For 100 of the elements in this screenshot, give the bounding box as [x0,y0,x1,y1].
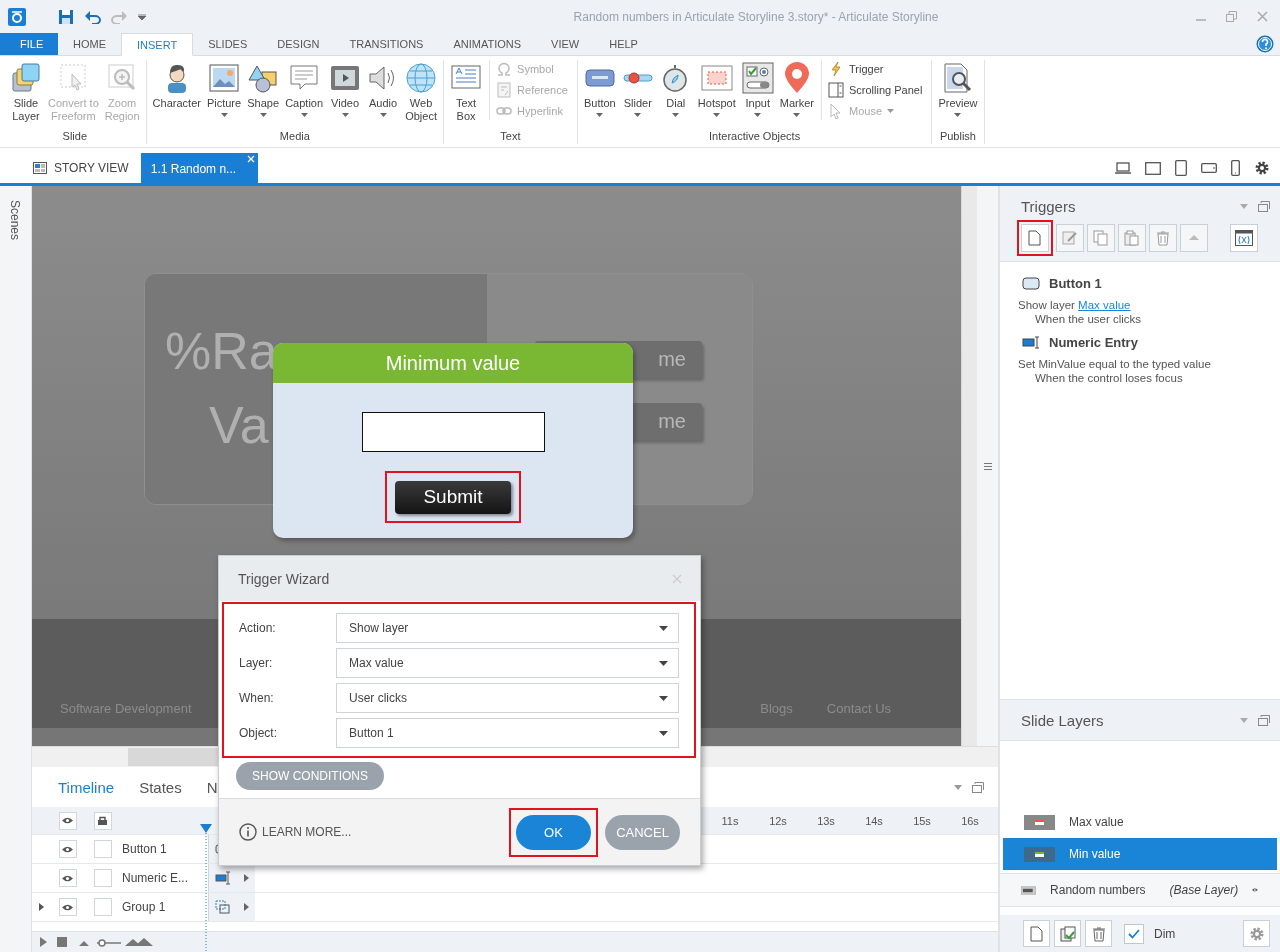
learn-more-link[interactable]: LEARN MORE... [239,823,352,841]
ribbon-button[interactable]: Slider [618,60,657,130]
delete-layer-button[interactable] [1085,920,1112,947]
paste-button[interactable] [1118,224,1146,252]
ribbon-button[interactable]: Character [149,60,204,130]
dim-checkbox[interactable] [1124,923,1144,944]
ribbon-button[interactable]: Picture [203,60,245,130]
dropdown-icon[interactable] [1240,204,1248,209]
trigger-object[interactable]: Button 1 [1049,276,1102,291]
menu-tab[interactable]: HOME [58,33,121,55]
customize-caret-icon[interactable] [138,13,146,20]
grip-icon[interactable] [983,462,992,470]
edit-trigger-button[interactable] [1056,224,1084,252]
play-arrow-icon[interactable] [243,903,249,911]
settings-icon[interactable] [1254,160,1270,176]
lock-checkbox[interactable] [93,869,112,887]
preview-icon [941,62,974,94]
dropdown-field[interactable]: User clicks [336,683,679,713]
layer-object-name[interactable]: Group 1 [121,900,208,914]
visibility-toggle[interactable] [58,898,77,916]
layer-link[interactable]: Max value [1078,299,1131,311]
ribbon-button[interactable]: Button [580,60,619,130]
panel-tab[interactable]: N [206,778,218,796]
dropdown-field[interactable]: Button 1 [336,718,679,748]
ribbon-button[interactable]: Slide Layer [7,60,45,130]
ribbon-button[interactable]: Dial [656,60,695,130]
lock-toggle[interactable] [93,811,112,830]
ribbon-button[interactable]: Hotspot [694,60,739,130]
trigger-action[interactable]: Set MinValue equal to the typed value [1018,358,1280,370]
text-entry-icon [215,871,232,885]
duplicate-layer-button[interactable] [1054,920,1081,947]
ok-button[interactable]: OK [516,814,591,850]
layer-object-name[interactable]: Numeric E... [121,871,208,885]
panel-tab[interactable]: Timeline [58,778,115,796]
visibility-toggle[interactable] [58,840,77,858]
restore-icon[interactable] [1258,201,1270,212]
restore-icon[interactable] [1226,11,1237,22]
ribbon-button[interactable]: Shape [244,60,283,130]
dropdown-icon[interactable] [1240,717,1248,723]
play-arrow-icon[interactable] [243,874,249,882]
visibility-toggle[interactable] [58,869,77,887]
eye-icon[interactable] [1252,886,1258,894]
layer-object-name[interactable]: Button 1 [121,842,208,856]
play-icon[interactable] [40,937,47,947]
panel-tab[interactable]: States [139,778,182,796]
document-tab[interactable]: 1.1 Random n... [140,153,259,183]
monitor-icon[interactable] [1145,161,1161,175]
menu-tab[interactable]: SLIDES [193,33,263,55]
restore-icon[interactable] [1258,714,1270,726]
help-icon[interactable] [1256,35,1274,53]
close-icon[interactable] [1257,11,1268,22]
vertical-scrollbar[interactable] [961,186,978,746]
ribbon-button[interactable]: Audio [364,60,403,130]
document-tab[interactable]: STORY VIEW [33,153,141,183]
layer-settings-button[interactable] [1243,920,1270,947]
submit-button[interactable]: Submit [395,480,511,514]
save-icon[interactable] [58,8,74,25]
input-field[interactable] [361,412,545,452]
expand-arrow-icon[interactable] [39,903,44,911]
duplicate-icon [1059,925,1076,942]
ribbon-button[interactable]: Web Object [402,60,441,130]
ribbon-button[interactable]: Trigger [826,60,925,78]
menu-tab[interactable]: INSERT [121,33,194,56]
menu-tab[interactable]: FILE [0,33,58,55]
eye-icon [62,874,73,882]
variables-button[interactable] [1230,224,1258,252]
new-layer-button[interactable] [1023,920,1050,947]
delete-button[interactable] [1149,224,1177,252]
app-logo-icon [8,7,26,26]
playhead[interactable] [200,824,212,952]
ribbon-button[interactable]: Input [738,60,777,130]
layer-item[interactable]: Max value [1003,806,1277,838]
ribbon-button[interactable]: Scrolling Panel [826,81,925,99]
menu-tab[interactable]: VIEW [536,33,595,55]
phone-icon[interactable] [1231,160,1240,176]
dropdown-icon[interactable] [954,784,962,790]
trigger-action[interactable]: Show layer Max value [1018,299,1280,311]
trigger-object[interactable]: Numeric Entry [1049,335,1138,350]
menu-tab[interactable]: HELP [594,33,653,55]
menu-tab[interactable]: TRANSITIONS [334,33,439,55]
ribbon-button[interactable]: Video [326,60,365,130]
ribbon-button[interactable]: Marker [776,60,817,130]
ribbon-button[interactable]: Caption [282,60,327,130]
layer-item[interactable]: Random numbers (Base Layer) [1000,873,1280,907]
scenes-label[interactable]: Scenes [8,200,22,241]
tablet-landscape-icon[interactable] [1201,163,1217,173]
menu-tab[interactable]: ANIMATIONS [438,33,537,55]
laptop-icon[interactable] [1115,162,1131,174]
ribbon-button[interactable]: Preview [935,60,981,130]
undo-icon[interactable] [84,9,101,24]
menu-tab[interactable]: DESIGN [262,33,335,55]
dropdown-field[interactable]: Show layer [336,613,679,643]
lock-checkbox[interactable] [93,840,112,858]
layer-item[interactable]: Min value [1003,838,1277,870]
lock-checkbox[interactable] [93,898,112,916]
tablet-icon[interactable] [1175,160,1187,176]
visibility-toggle[interactable] [58,811,77,830]
ribbon-button[interactable]: Text Box [447,60,486,130]
dropdown-field[interactable]: Max value [336,648,679,678]
restore-icon[interactable] [972,781,984,793]
